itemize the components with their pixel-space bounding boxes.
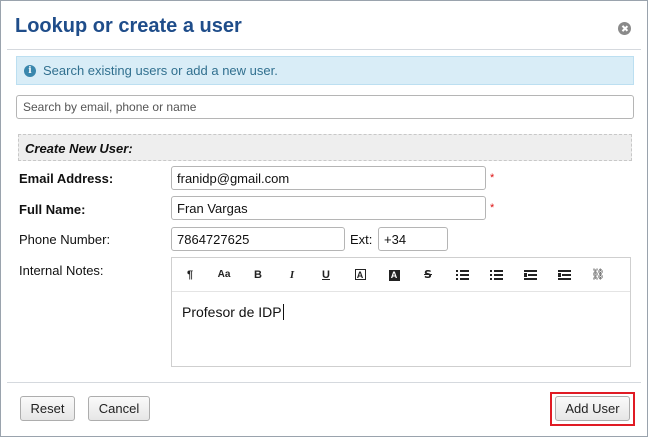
background-color-button[interactable]: A	[384, 267, 404, 283]
email-required-mark: *	[490, 172, 495, 184]
background-color-icon: A	[388, 270, 400, 281]
full-name-label: Full Name:	[19, 202, 86, 217]
phone-label: Phone Number:	[19, 232, 111, 247]
info-banner: i Search existing users or add a new use…	[16, 56, 634, 85]
ext-label: Ext:	[350, 232, 373, 247]
email-field[interactable]	[171, 166, 486, 190]
phone-field[interactable]	[171, 227, 345, 251]
outdent-icon	[523, 270, 537, 280]
numbered-list-icon	[489, 270, 503, 280]
italic-button[interactable]: I	[282, 267, 302, 283]
info-text: Search existing users or add a new user.	[43, 63, 278, 78]
create-user-section-header: Create New User:	[18, 134, 632, 161]
info-icon: i	[24, 65, 36, 77]
search-input[interactable]	[16, 95, 634, 119]
bold-button[interactable]: B	[248, 267, 268, 283]
editor-toolbar: ¶ Aa B I U A A S ⛓	[172, 258, 630, 292]
link-button[interactable]: ⛓	[588, 267, 608, 283]
font-size-button[interactable]: Aa	[214, 267, 234, 283]
link-icon: ⛓	[591, 269, 605, 281]
text-color-icon: A	[354, 269, 366, 280]
email-label: Email Address:	[19, 171, 114, 186]
text-caret	[282, 304, 284, 320]
bulleted-list-button[interactable]	[452, 267, 472, 283]
internal-notes-label: Internal Notes:	[19, 263, 104, 278]
indent-icon	[557, 270, 571, 280]
add-user-highlight	[550, 392, 635, 426]
internal-notes-content[interactable]: Profesor de IDP	[182, 304, 284, 320]
full-name-field[interactable]	[171, 196, 486, 220]
footer-divider	[7, 382, 641, 383]
title-divider	[7, 49, 641, 50]
reset-button[interactable]: Reset	[20, 396, 75, 421]
strikethrough-button[interactable]: S	[418, 267, 438, 283]
outdent-button[interactable]	[520, 267, 540, 283]
dialog-title: Lookup or create a user	[15, 15, 242, 37]
paragraph-format-button[interactable]: ¶	[180, 267, 200, 283]
internal-notes-editor[interactable]: ¶ Aa B I U A A S ⛓ Profesor de IDP	[171, 257, 631, 367]
underline-button[interactable]: U	[316, 267, 336, 283]
lookup-user-dialog: Lookup or create a user i Search existin…	[0, 0, 648, 437]
close-icon[interactable]	[618, 22, 631, 35]
cancel-button[interactable]: Cancel	[88, 396, 150, 421]
text-color-button[interactable]: A	[350, 267, 370, 283]
internal-notes-text: Profesor de IDP	[182, 304, 282, 320]
numbered-list-button[interactable]	[486, 267, 506, 283]
bulleted-list-icon	[455, 270, 469, 280]
phone-ext-field[interactable]	[378, 227, 448, 251]
full-name-required-mark: *	[490, 202, 495, 214]
indent-button[interactable]	[554, 267, 574, 283]
